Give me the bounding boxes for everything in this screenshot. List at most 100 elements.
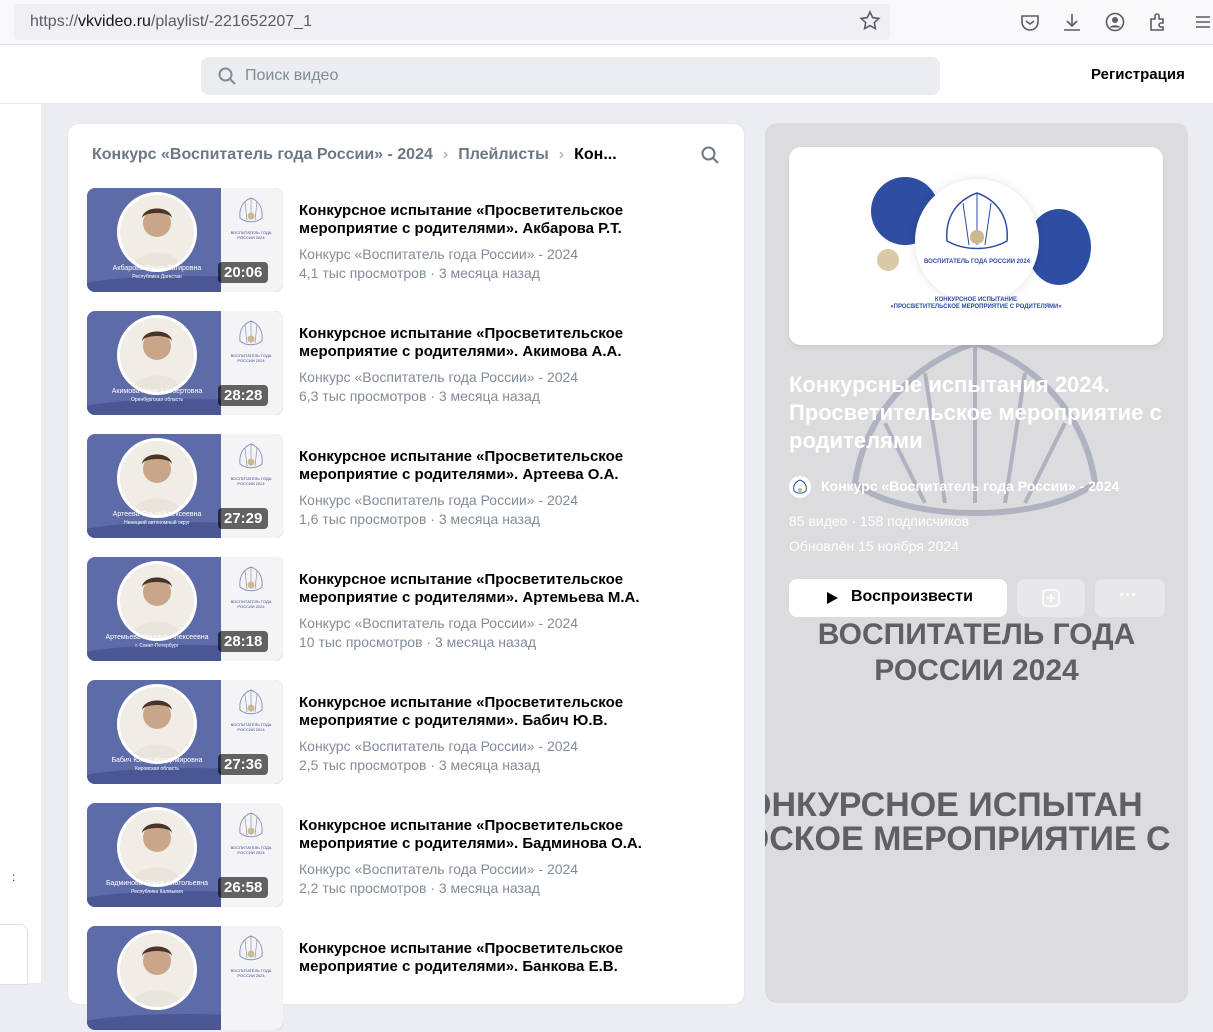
- account-icon[interactable]: [1104, 11, 1126, 33]
- video-title[interactable]: Конкурсное испытание «Просветительское м…: [299, 448, 699, 484]
- participant-photo: [117, 315, 197, 395]
- list-item[interactable]: ВОСПИТАТЕЛЬ ГОДА РОССИИ 2024 Бадминова Ол…: [87, 803, 727, 909]
- playlist-cover[interactable]: ВОСПИТАТЕЛЬ ГОДА РОССИИ 2024 КОНКУРСНОЕ …: [789, 147, 1163, 345]
- thumb-logo-text: ВОСПИТАТЕЛЬ ГОДА РОССИИ 2024: [230, 353, 272, 363]
- video-channel[interactable]: Конкурс «Воспитатель года России» - 2024: [299, 861, 578, 877]
- video-channel[interactable]: Конкурс «Воспитатель года России» - 2024: [299, 738, 578, 754]
- chevron-right-icon: ›: [558, 146, 565, 163]
- list-item[interactable]: ВОСПИТАТЕЛЬ ГОДА РОССИИ 2024 Артемьева Ма…: [87, 557, 727, 663]
- play-icon: [827, 592, 838, 604]
- video-meta: 10 тыс просмотров · 3 месяца назад: [299, 634, 537, 650]
- participant-caption: Бадминова Ольга Анатольевна Республика Ка…: [105, 880, 209, 895]
- video-channel[interactable]: Конкурс «Воспитатель года России» - 2024: [299, 492, 578, 508]
- shell-logo-icon: [239, 443, 263, 469]
- more-icon: ···: [1119, 585, 1137, 605]
- video-thumbnail[interactable]: ВОСПИТАТЕЛЬ ГОДА РОССИИ 2024 Бадминова Ол…: [87, 803, 283, 907]
- participant-caption: Акимова Анна Альбертовна Оренбургская обл…: [111, 388, 203, 403]
- playlist-info-panel: ВОСПИТАТЕЛЬ ГОДА РОССИИ 2024 ОНКУРСНОЕ И…: [765, 123, 1188, 1003]
- cover-logo-text: ВОСПИТАТЕЛЬ ГОДА РОССИИ 2024: [923, 259, 1031, 265]
- participant-caption: Акбарова Раила Тагировна Республика Дагес…: [112, 265, 202, 280]
- add-icon: [1042, 589, 1060, 607]
- shell-logo-icon: [239, 566, 263, 592]
- video-meta: 4,1 тыс просмотров · 3 месяца назад: [299, 265, 540, 281]
- list-item[interactable]: ВОСПИТАТЕЛЬ ГОДА РОССИИ 2024 Артеева Ольг…: [87, 434, 727, 540]
- breadcrumb-playlists[interactable]: Плейлисты: [458, 146, 549, 163]
- download-icon[interactable]: [1061, 11, 1083, 33]
- video-thumbnail[interactable]: ВОСПИТАТЕЛЬ ГОДА РОССИИ 2024: [87, 926, 283, 1030]
- video-thumbnail[interactable]: ВОСПИТАТЕЛЬ ГОДА РОССИИ 2024 Акимова Анна…: [87, 311, 283, 415]
- left-sidebar: [0, 104, 41, 983]
- more-button[interactable]: ···: [1095, 579, 1165, 617]
- cover-logo: [915, 179, 1039, 303]
- duration-badge: 27:29: [218, 508, 269, 529]
- video-thumbnail[interactable]: ВОСПИТАТЕЛЬ ГОДА РОССИИ 2024 Бабич Юлия В…: [87, 680, 283, 784]
- video-thumbnail[interactable]: ВОСПИТАТЕЛЬ ГОДА РОССИИ 2024 Акбарова Раи…: [87, 188, 283, 292]
- thumb-logo-text: ВОСПИТАТЕЛЬ ГОДА РОССИИ 2024: [230, 476, 272, 486]
- add-playlist-button[interactable]: [1017, 579, 1085, 617]
- playlist-videos-card: Конкурс «Воспитатель года России» - 2024…: [67, 123, 745, 1030]
- participant-caption: Артемьева Марина Алексеевна г. Санкт-Пете…: [105, 634, 209, 649]
- video-title[interactable]: Конкурсное испытание «Просветительское м…: [299, 325, 699, 361]
- cover-subtitle: КОНКУРСНОЕ ИСПЫТАНИЕ «ПРОСВЕТИТЕЛЬСКОЕ МЕ…: [890, 297, 1062, 310]
- participant-photo: [117, 807, 197, 887]
- list-item[interactable]: ВОСПИТАТЕЛЬ ГОДА РОССИИ 2024 Конкурсное и…: [87, 926, 727, 1032]
- shell-logo-icon: [239, 197, 263, 223]
- shell-logo-icon: [239, 935, 263, 961]
- thumb-logo-text: ВОСПИТАТЕЛЬ ГОДА РОССИИ 2024: [230, 230, 272, 240]
- pocket-icon[interactable]: [1019, 11, 1041, 33]
- video-channel[interactable]: Конкурс «Воспитатель года России» - 2024: [299, 369, 578, 385]
- background-banner-text: ОНКУРСНОЕ ИСПЫТАН ЭСКОЕ МЕРОПРИЯТИЕ С: [765, 786, 1171, 858]
- sidebar-fragment: :: [12, 870, 16, 884]
- shell-logo-icon: [239, 812, 263, 838]
- participant-photo: [117, 561, 197, 641]
- duration-badge: 27:36: [218, 754, 269, 775]
- list-item[interactable]: ВОСПИТАТЕЛЬ ГОДА РОССИИ 2024 Акимова Анна…: [87, 311, 727, 417]
- register-link[interactable]: Регистрация: [1091, 66, 1185, 83]
- list-item[interactable]: ВОСПИТАТЕЛЬ ГОДА РОССИИ 2024 Бабич Юлия В…: [87, 680, 727, 786]
- browser-toolbar: https://vkvideo.ru/playlist/-221652207_1: [0, 0, 1213, 45]
- playlist-channel-name[interactable]: Конкурс «Воспитатель года России» - 2024: [821, 478, 1119, 494]
- video-channel[interactable]: Конкурс «Воспитатель года России» - 2024: [299, 615, 578, 631]
- shell-logo-icon: [946, 192, 1008, 250]
- video-channel[interactable]: Конкурс «Воспитатель года России» - 2024: [299, 246, 578, 262]
- video-thumbnail[interactable]: ВОСПИТАТЕЛЬ ГОДА РОССИИ 2024 Артемьева Ма…: [87, 557, 283, 661]
- chevron-right-icon: ›: [442, 146, 449, 163]
- thumb-logo-text: ВОСПИТАТЕЛЬ ГОДА РОССИИ 2024: [230, 599, 272, 609]
- cover-decor-pearl: [877, 249, 899, 271]
- playlist-updated: Обновлён 15 ноября 2024: [789, 538, 959, 554]
- video-thumbnail[interactable]: ВОСПИТАТЕЛЬ ГОДА РОССИИ 2024 Артеева Ольг…: [87, 434, 283, 538]
- thumb-logo-text: ВОСПИТАТЕЛЬ ГОДА РОССИИ 2024: [230, 845, 272, 855]
- address-bar[interactable]: https://vkvideo.ru/playlist/-221652207_1: [14, 4, 890, 40]
- thumb-logo-text: ВОСПИТАТЕЛЬ ГОДА РОССИИ 2024: [230, 968, 272, 978]
- participant-caption: Бабич Юлия Владимировна Кировская область: [111, 757, 203, 772]
- video-title[interactable]: Конкурсное испытание «Просветительское м…: [299, 202, 699, 238]
- url-text[interactable]: https://vkvideo.ru/playlist/-221652207_1: [30, 13, 312, 31]
- playlist-title: Конкурсные испытания 2024. Просветительс…: [789, 372, 1162, 453]
- thumb-logo-text: ВОСПИТАТЕЛЬ ГОДА РОССИИ 2024: [230, 722, 272, 732]
- extensions-icon[interactable]: [1147, 11, 1169, 33]
- video-title[interactable]: Конкурсное испытание «Просветительское м…: [299, 571, 699, 607]
- duration-badge: 26:58: [218, 877, 269, 898]
- breadcrumb: Конкурс «Воспитатель года России» - 2024…: [92, 146, 617, 164]
- participant-photo: [117, 930, 197, 1010]
- video-meta: 6,3 тыс просмотров · 3 месяца назад: [299, 388, 540, 404]
- avatar: [789, 476, 811, 498]
- video-title[interactable]: Конкурсное испытание «Просветительское м…: [299, 940, 699, 976]
- video-title[interactable]: Конкурсное испытание «Просветительское м…: [299, 817, 699, 853]
- participant-photo: [117, 684, 197, 764]
- search-placeholder: Поиск видео: [245, 67, 339, 84]
- play-button[interactable]: Воспроизвести: [789, 579, 1007, 617]
- breadcrumb-channel[interactable]: Конкурс «Воспитатель года России» - 2024: [92, 146, 433, 163]
- video-title[interactable]: Конкурсное испытание «Просветительское м…: [299, 694, 699, 730]
- search-input[interactable]: Поиск видео: [201, 57, 940, 95]
- breadcrumb-current: Кон...: [574, 146, 617, 163]
- search-icon[interactable]: [700, 145, 720, 165]
- menu-icon[interactable]: [1192, 11, 1213, 33]
- duration-badge: 20:06: [218, 262, 269, 283]
- list-item[interactable]: ВОСПИТАТЕЛЬ ГОДА РОССИИ 2024 Акбарова Раи…: [87, 188, 727, 294]
- duration-badge: 28:18: [218, 631, 269, 652]
- bookmark-star-icon[interactable]: [858, 9, 882, 33]
- background-logo-text: ВОСПИТАТЕЛЬ ГОДА РОССИИ 2024: [817, 618, 1136, 687]
- participant-photo: [117, 438, 197, 518]
- search-icon: [218, 67, 236, 85]
